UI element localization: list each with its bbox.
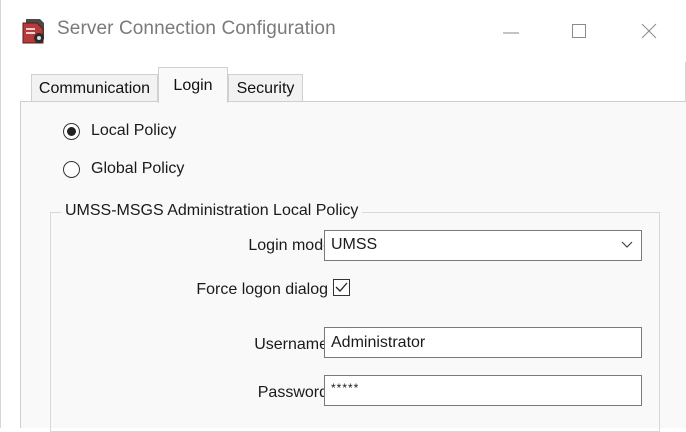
minimize-icon [503,32,519,34]
password-field[interactable]: ***** [324,375,642,406]
window-title: Server Connection Configuration [57,18,336,39]
password-value: ***** [331,381,360,395]
login-mode-label: Login mode [248,237,332,254]
checkmark-icon [335,282,348,292]
password-label: Password [257,384,328,401]
server-settings-icon [21,16,47,46]
global-policy-label[interactable]: Global Policy [91,160,184,178]
minimize-button[interactable] [489,14,533,48]
global-policy-radio[interactable] [63,161,80,178]
force-logon-checkbox[interactable] [333,279,350,296]
login-mode-value: UMSS [331,236,378,253]
radio-selected-dot [67,127,76,136]
tab-communication[interactable]: Communication [31,74,158,102]
group-title: UMSS-MSGS Administration Local Policy [61,202,363,220]
tab-login[interactable]: Login [158,67,228,103]
local-policy-group: UMSS-MSGS Administration Local Policy Lo… [50,202,660,432]
login-tab-page: Local Policy Global Policy UMSS-MSGS Adm… [20,101,686,432]
tab-label: Login [173,77,213,94]
username-field[interactable]: Administrator [324,327,642,358]
tab-label: Security [236,80,295,97]
maximize-icon [572,24,586,38]
force-logon-label: Force logon dialog [196,281,328,298]
local-policy-radio[interactable] [63,123,80,140]
tab-label: Communication [38,80,151,97]
close-button[interactable] [627,14,671,48]
local-policy-label[interactable]: Local Policy [91,122,176,140]
title-bar[interactable]: Server Connection Configuration [1,0,686,62]
config-window: Server Connection Configuration Communic… [0,0,686,432]
maximize-button[interactable] [557,14,601,48]
username-label: Username [254,336,328,353]
username-value: Administrator [331,334,426,351]
login-mode-dropdown[interactable]: UMSS [324,230,642,261]
tab-strip: Communication Login Security [1,62,686,103]
chevron-down-icon [621,241,633,248]
close-icon [641,23,657,39]
tab-security[interactable]: Security [228,74,303,102]
